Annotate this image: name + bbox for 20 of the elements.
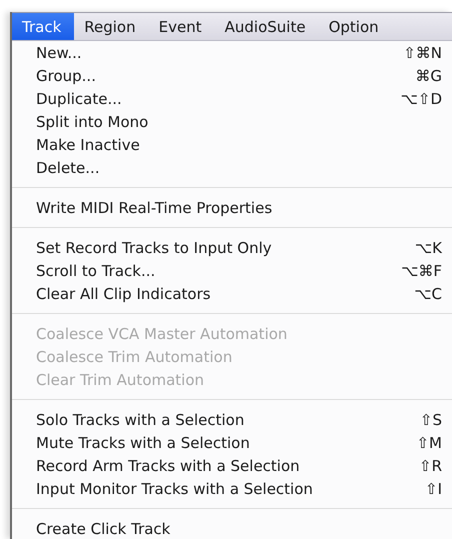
menu-item[interactable]: Group... ⌘G: [12, 64, 452, 87]
menu-title[interactable]: Option: [318, 13, 392, 40]
menu-item[interactable]: Make Inactive: [12, 133, 452, 156]
menu-item[interactable]: Delete...: [12, 156, 452, 179]
menu-item[interactable]: Create Click Track: [12, 517, 452, 539]
menu-title[interactable]: AudioSuite: [214, 13, 319, 40]
menu-title[interactable]: Event: [148, 13, 215, 40]
menu-item[interactable]: Set Record Tracks to Input Only ⌥K: [12, 236, 452, 259]
menu-item[interactable]: Input Monitor Tracks with a Selection ⇧I: [12, 477, 452, 500]
menu-item[interactable]: Split into Mono: [12, 110, 452, 133]
menu-title[interactable]: Region: [74, 13, 149, 40]
menu-item[interactable]: Write MIDI Real-Time Properties: [12, 196, 452, 219]
menu-item[interactable]: New... ⇧⌘N: [12, 41, 452, 64]
menu-item[interactable]: Mute Tracks with a Selection ⇧M: [12, 431, 452, 454]
menu-title[interactable]: Track: [12, 13, 74, 40]
menu-item[interactable]: Clear All Clip Indicators ⌥C: [12, 282, 452, 305]
menu-item[interactable]: Record Arm Tracks with a Selection ⇧R: [12, 454, 452, 477]
menu-item[interactable]: Solo Tracks with a Selection ⇧S: [12, 408, 452, 431]
menu-item[interactable]: Duplicate... ⌥⇧D: [12, 87, 452, 110]
menu-item[interactable]: Scroll to Track... ⌥⌘F: [12, 259, 452, 282]
